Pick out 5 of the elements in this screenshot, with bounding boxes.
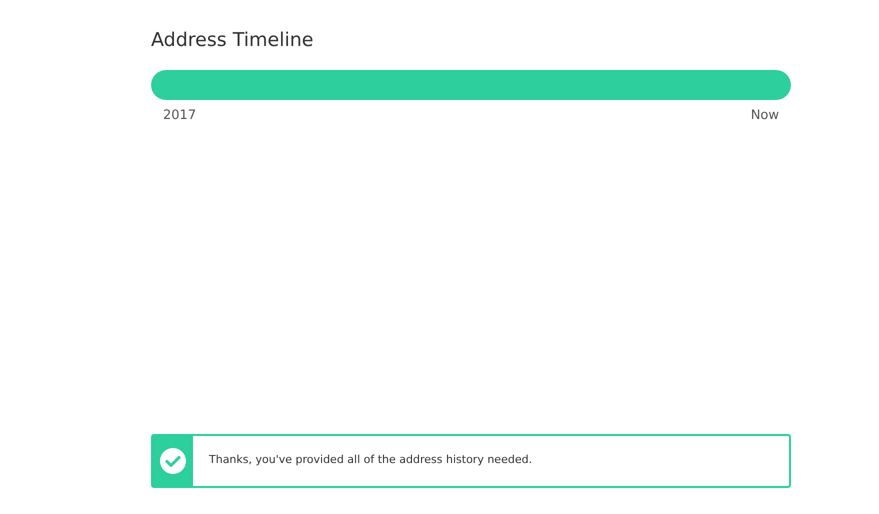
notice-message: Thanks, you've provided all of the address history needed.	[209, 452, 532, 468]
section-title: Address Timeline	[151, 28, 314, 52]
check-circle-icon	[159, 446, 187, 474]
timeline-start-label: 2017	[163, 107, 196, 125]
timeline-end-label: Now	[750, 107, 779, 125]
